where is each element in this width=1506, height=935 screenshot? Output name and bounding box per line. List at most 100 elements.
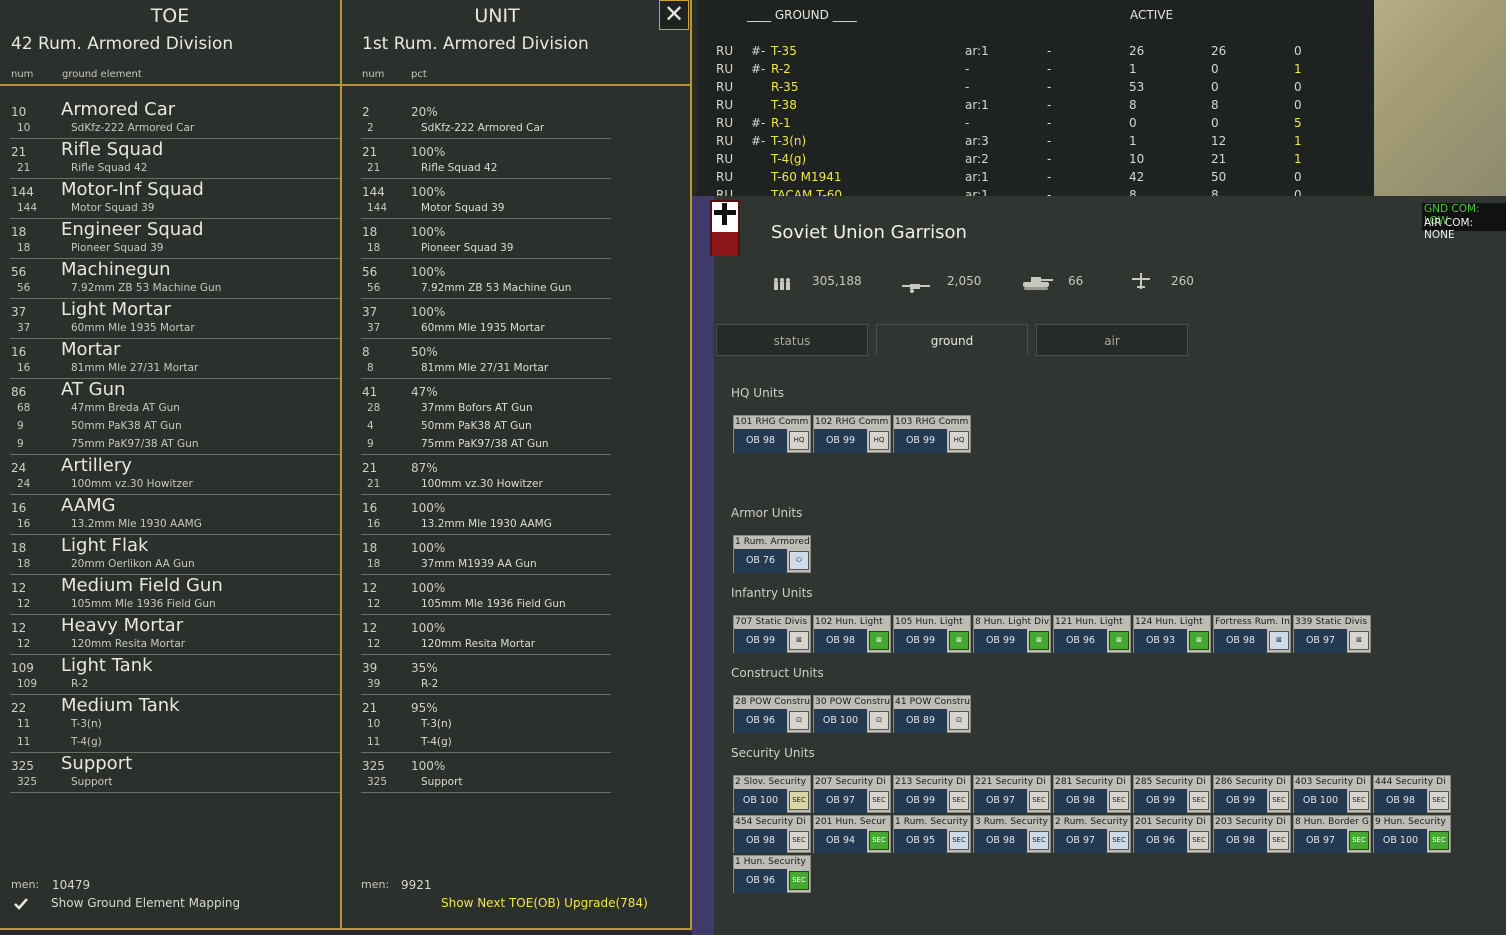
row-divider (10, 378, 340, 379)
unit-counter[interactable]: 281 Security Di OB 98 SEC (1053, 775, 1131, 813)
unit-counter[interactable]: 102 RHG Comm OB 99 HQ (813, 415, 891, 453)
ground-table-row[interactable]: RU R-35 - - 53 0 0 (697, 80, 1374, 98)
unit-type-icon: ⊡ (949, 711, 969, 730)
toe-group-num: 12 (11, 581, 27, 595)
unit-sub-element: 7.92mm ZB 53 Machine Gun (421, 282, 572, 294)
show-mapping-label[interactable]: Show Ground Element Mapping (51, 896, 240, 910)
ground-table-row[interactable]: RU T-38 ar:1 - 8 8 0 (697, 98, 1374, 116)
ground-table-row[interactable]: RU #- T-35 ar:1 - 26 26 0 (697, 44, 1374, 62)
unit-counter-name: 444 Security Di (1375, 777, 1446, 787)
unit-group-num: 41 (362, 385, 378, 399)
unit-counter[interactable]: Fortress Rum. In OB 98 ⊠ (1213, 615, 1291, 653)
unit-group-num: 18 (362, 541, 378, 555)
unit-counter[interactable]: 3 Rum. Security OB 98 SEC (973, 815, 1051, 853)
unit-sub-num: 18 (367, 558, 381, 570)
unit-group-num: 12 (362, 621, 378, 635)
toe-column-title: TOE (150, 5, 190, 27)
unit-sub-num: 56 (367, 282, 381, 294)
tab-status[interactable]: status (716, 324, 868, 356)
unit-counter[interactable]: 207 Security Di OB 97 SEC (813, 775, 891, 813)
unit-counter[interactable]: 8 Hun. Light Div OB 99 ⊠ (973, 615, 1051, 653)
toe-group-name: Light Tank (61, 655, 153, 676)
unit-counter[interactable]: 103 RHG Comm OB 99 HQ (893, 415, 971, 453)
toe-group: 325 Support 325 100% 325 Support 325 Support (0, 753, 690, 794)
unit-counter[interactable]: 707 Static Divis OB 99 ⊠ (733, 615, 811, 653)
unit-sub-num: 37 (367, 322, 381, 334)
unit-counter[interactable]: 8 Hun. Border G OB 97 SEC (1293, 815, 1371, 853)
unit-counter[interactable]: 454 Security Di OB 98 SEC (733, 815, 811, 853)
unit-group-pct: 100% (411, 759, 446, 773)
unit-column-title: UNIT (474, 5, 520, 27)
unit-counter[interactable]: 101 RHG Comm OB 98 HQ (733, 415, 811, 453)
unit-counter[interactable]: 2 Slov. Security OB 100 SEC (733, 775, 811, 813)
map-terrain-strip (692, 196, 714, 935)
unit-counter[interactable]: 9 Hun. Security OB 100 SEC (1373, 815, 1451, 853)
toe-group-num: 37 (11, 305, 27, 319)
unit-counter[interactable]: 221 Security Di OB 97 SEC (973, 775, 1051, 813)
unit-counter[interactable]: 1 Hun. Security OB 96 SEC (733, 855, 811, 893)
air-com-status: AIR COM: NONE (1424, 217, 1474, 241)
gt-nation: RU (716, 62, 734, 76)
gt-damaged: 0 (1294, 98, 1302, 112)
unit-counter-name: 102 RHG Comm (815, 417, 889, 427)
unit-counter[interactable]: 339 Static Divis OB 97 ⊠ (1293, 615, 1371, 653)
unit-ob-badge: OB 100 (1294, 789, 1347, 813)
unit-sub-element: Support (421, 776, 463, 788)
row-divider (361, 792, 611, 793)
row-divider (361, 298, 611, 299)
ground-table-row[interactable]: RU #- R-2 - - 1 0 1 (697, 62, 1374, 80)
unit-counter[interactable]: 201 Hun. Secur OB 94 SEC (813, 815, 891, 853)
aircraft-count: 260 (1171, 274, 1194, 288)
close-button[interactable]: ✕ (659, 0, 689, 30)
mapping-checkbox[interactable] (13, 896, 29, 912)
unit-group-pct: 87% (411, 461, 438, 475)
toe-group-name: Machinegun (61, 259, 171, 280)
unit-counter[interactable]: 286 Security Di OB 99 SEC (1213, 775, 1291, 813)
unit-type-icon: SEC (1349, 791, 1369, 810)
toe-sub-element: R-2 (71, 678, 89, 690)
unit-counter[interactable]: 444 Security Di OB 98 SEC (1373, 775, 1451, 813)
gt-ar: - (965, 80, 970, 94)
unit-counter-name: 1 Rum. Security (895, 817, 969, 827)
unit-counter[interactable]: 30 POW Constru OB 100 ⊡ (813, 695, 891, 733)
unit-counter[interactable]: 124 Hun. Light OB 93 ⊠ (1133, 615, 1211, 653)
unit-type-icon: SEC (949, 791, 969, 810)
unit-counter[interactable]: 105 Hun. Light OB 99 ⊠ (893, 615, 971, 653)
ground-table-row[interactable]: RU #- T-3(n) ar:3 - 1 12 1 (697, 134, 1374, 152)
unit-type-icon: ⊠ (1189, 631, 1209, 650)
unit-ob-badge: OB 99 (734, 629, 787, 653)
unit-sub-element: 50mm PaK38 AT Gun (421, 420, 532, 432)
ground-table-row[interactable]: RU #- R-1 - - 0 0 5 (697, 116, 1374, 134)
unit-counter[interactable]: 121 Hun. Light OB 96 ⊠ (1053, 615, 1131, 653)
unit-counter[interactable]: 1 Rum. Armored OB 76 ⬭ (733, 535, 811, 573)
unit-ob-badge: OB 97 (814, 789, 867, 813)
toe-group-num: 16 (11, 345, 27, 359)
unit-counter[interactable]: 102 Hun. Light OB 98 ⊠ (813, 615, 891, 653)
show-next-upgrade-link[interactable]: Show Next TOE(OB) Upgrade(784) (441, 896, 648, 910)
unit-counter[interactable]: 2 Rum. Security OB 97 SEC (1053, 815, 1131, 853)
unit-sub-element: Motor Squad 39 (421, 202, 505, 214)
toe-group-num: 12 (11, 621, 27, 635)
tab-air[interactable]: air (1036, 324, 1188, 356)
unit-ob-badge: OB 97 (974, 789, 1027, 813)
unit-counter[interactable]: 41 POW Constru OB 89 ⊡ (893, 695, 971, 733)
ground-table-row[interactable]: RU T-4(g) ar:2 - 10 21 1 (697, 152, 1374, 170)
unit-counter[interactable]: 203 Security Di OB 98 SEC (1213, 815, 1291, 853)
toe-group: 12 Heavy Mortar 12 100% 12 120mm Resita Morta… (0, 615, 690, 656)
toe-num-header: num (11, 69, 34, 80)
ground-table-row[interactable]: RU T-60 M1941 ar:1 - 42 50 0 (697, 170, 1374, 188)
unit-counter[interactable]: 403 Security Di OB 100 SEC (1293, 775, 1371, 813)
unit-counter[interactable]: 201 Security Di OB 96 SEC (1133, 815, 1211, 853)
unit-counter[interactable]: 28 POW Constru OB 96 ⊡ (733, 695, 811, 733)
toe-sub-num: 68 (17, 402, 31, 414)
ground-table-row[interactable]: RU TACAM T-60 ar:1 - 8 8 0 (697, 188, 1374, 196)
unit-counter-name: 1 Hun. Security (735, 857, 806, 867)
tab-ground[interactable]: ground (876, 324, 1028, 356)
unit-sub-num: 21 (367, 162, 381, 174)
unit-counter[interactable]: 213 Security Di OB 99 SEC (893, 775, 971, 813)
armor-units-label: Armor Units (731, 506, 803, 520)
unit-type-icon: SEC (869, 791, 889, 810)
unit-counter[interactable]: 1 Rum. Security OB 95 SEC (893, 815, 971, 853)
unit-group-num: 21 (362, 461, 378, 475)
unit-counter[interactable]: 285 Security Di OB 99 SEC (1133, 775, 1211, 813)
